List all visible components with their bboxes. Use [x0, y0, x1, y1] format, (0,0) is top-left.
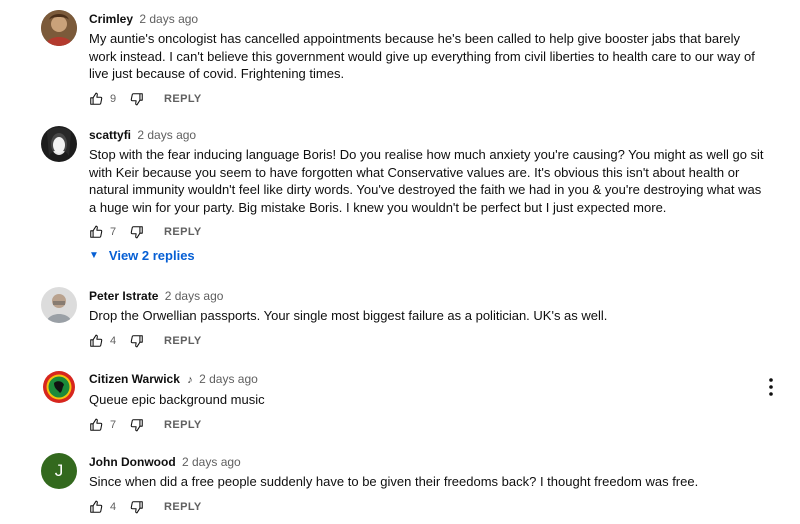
- comment-author[interactable]: Crimley: [89, 12, 133, 26]
- thumbs-down-icon[interactable]: [130, 225, 144, 239]
- thumbs-up-icon[interactable]: [89, 500, 103, 514]
- comment-timestamp[interactable]: 2 days ago: [137, 128, 196, 142]
- chevron-down-icon: ▼: [89, 250, 99, 261]
- music-note-icon: ♪: [187, 374, 193, 386]
- comment-timestamp[interactable]: 2 days ago: [199, 372, 258, 386]
- comment-text: My auntie's oncologist has cancelled app…: [89, 31, 755, 81]
- like-count: 4: [110, 501, 117, 513]
- reply-button[interactable]: REPLY: [164, 226, 202, 238]
- reply-button[interactable]: REPLY: [164, 93, 202, 105]
- comment-text: Queue epic background music: [89, 392, 265, 407]
- thumbs-down-icon[interactable]: [130, 92, 144, 106]
- avatar-letter: J: [54, 461, 64, 480]
- comment-text: Drop the Orwellian passports. Your singl…: [89, 308, 608, 323]
- thumbs-up-icon[interactable]: [89, 92, 103, 106]
- avatar[interactable]: [41, 369, 77, 405]
- reply-button[interactable]: REPLY: [164, 335, 202, 347]
- thumbs-down-icon[interactable]: [130, 418, 144, 432]
- like-count: 7: [110, 419, 117, 431]
- thumbs-down-icon[interactable]: [130, 334, 144, 348]
- view-replies-button[interactable]: ▼ View 2 replies: [89, 248, 195, 263]
- avatar[interactable]: [41, 126, 77, 162]
- avatar[interactable]: [41, 10, 77, 46]
- comment-text: Since when did a free people suddenly ha…: [89, 474, 699, 489]
- avatar[interactable]: [41, 287, 77, 323]
- view-replies-label: View 2 replies: [108, 248, 195, 263]
- thumbs-up-icon[interactable]: [89, 225, 103, 239]
- reply-button[interactable]: REPLY: [164, 419, 202, 431]
- avatar[interactable]: J: [41, 453, 77, 489]
- comment-timestamp[interactable]: 2 days ago: [139, 12, 198, 26]
- comment-author[interactable]: scattyfi: [89, 128, 131, 142]
- comment-author[interactable]: Peter Istrate: [89, 289, 158, 303]
- comment-timestamp[interactable]: 2 days ago: [165, 289, 224, 303]
- more-vert-icon[interactable]: [764, 376, 778, 398]
- like-count: 7: [110, 226, 117, 238]
- thumbs-up-icon[interactable]: [89, 334, 103, 348]
- reply-button[interactable]: REPLY: [164, 501, 202, 513]
- comment-author[interactable]: Citizen Warwick: [89, 372, 180, 386]
- like-count: 4: [110, 335, 117, 347]
- comment-timestamp[interactable]: 2 days ago: [182, 455, 241, 469]
- thumbs-down-icon[interactable]: [130, 500, 144, 514]
- comment-text: Stop with the fear inducing language Bor…: [89, 147, 764, 215]
- like-count: 9: [110, 93, 117, 105]
- comment-author[interactable]: John Donwood: [89, 455, 176, 469]
- thumbs-up-icon[interactable]: [89, 418, 103, 432]
